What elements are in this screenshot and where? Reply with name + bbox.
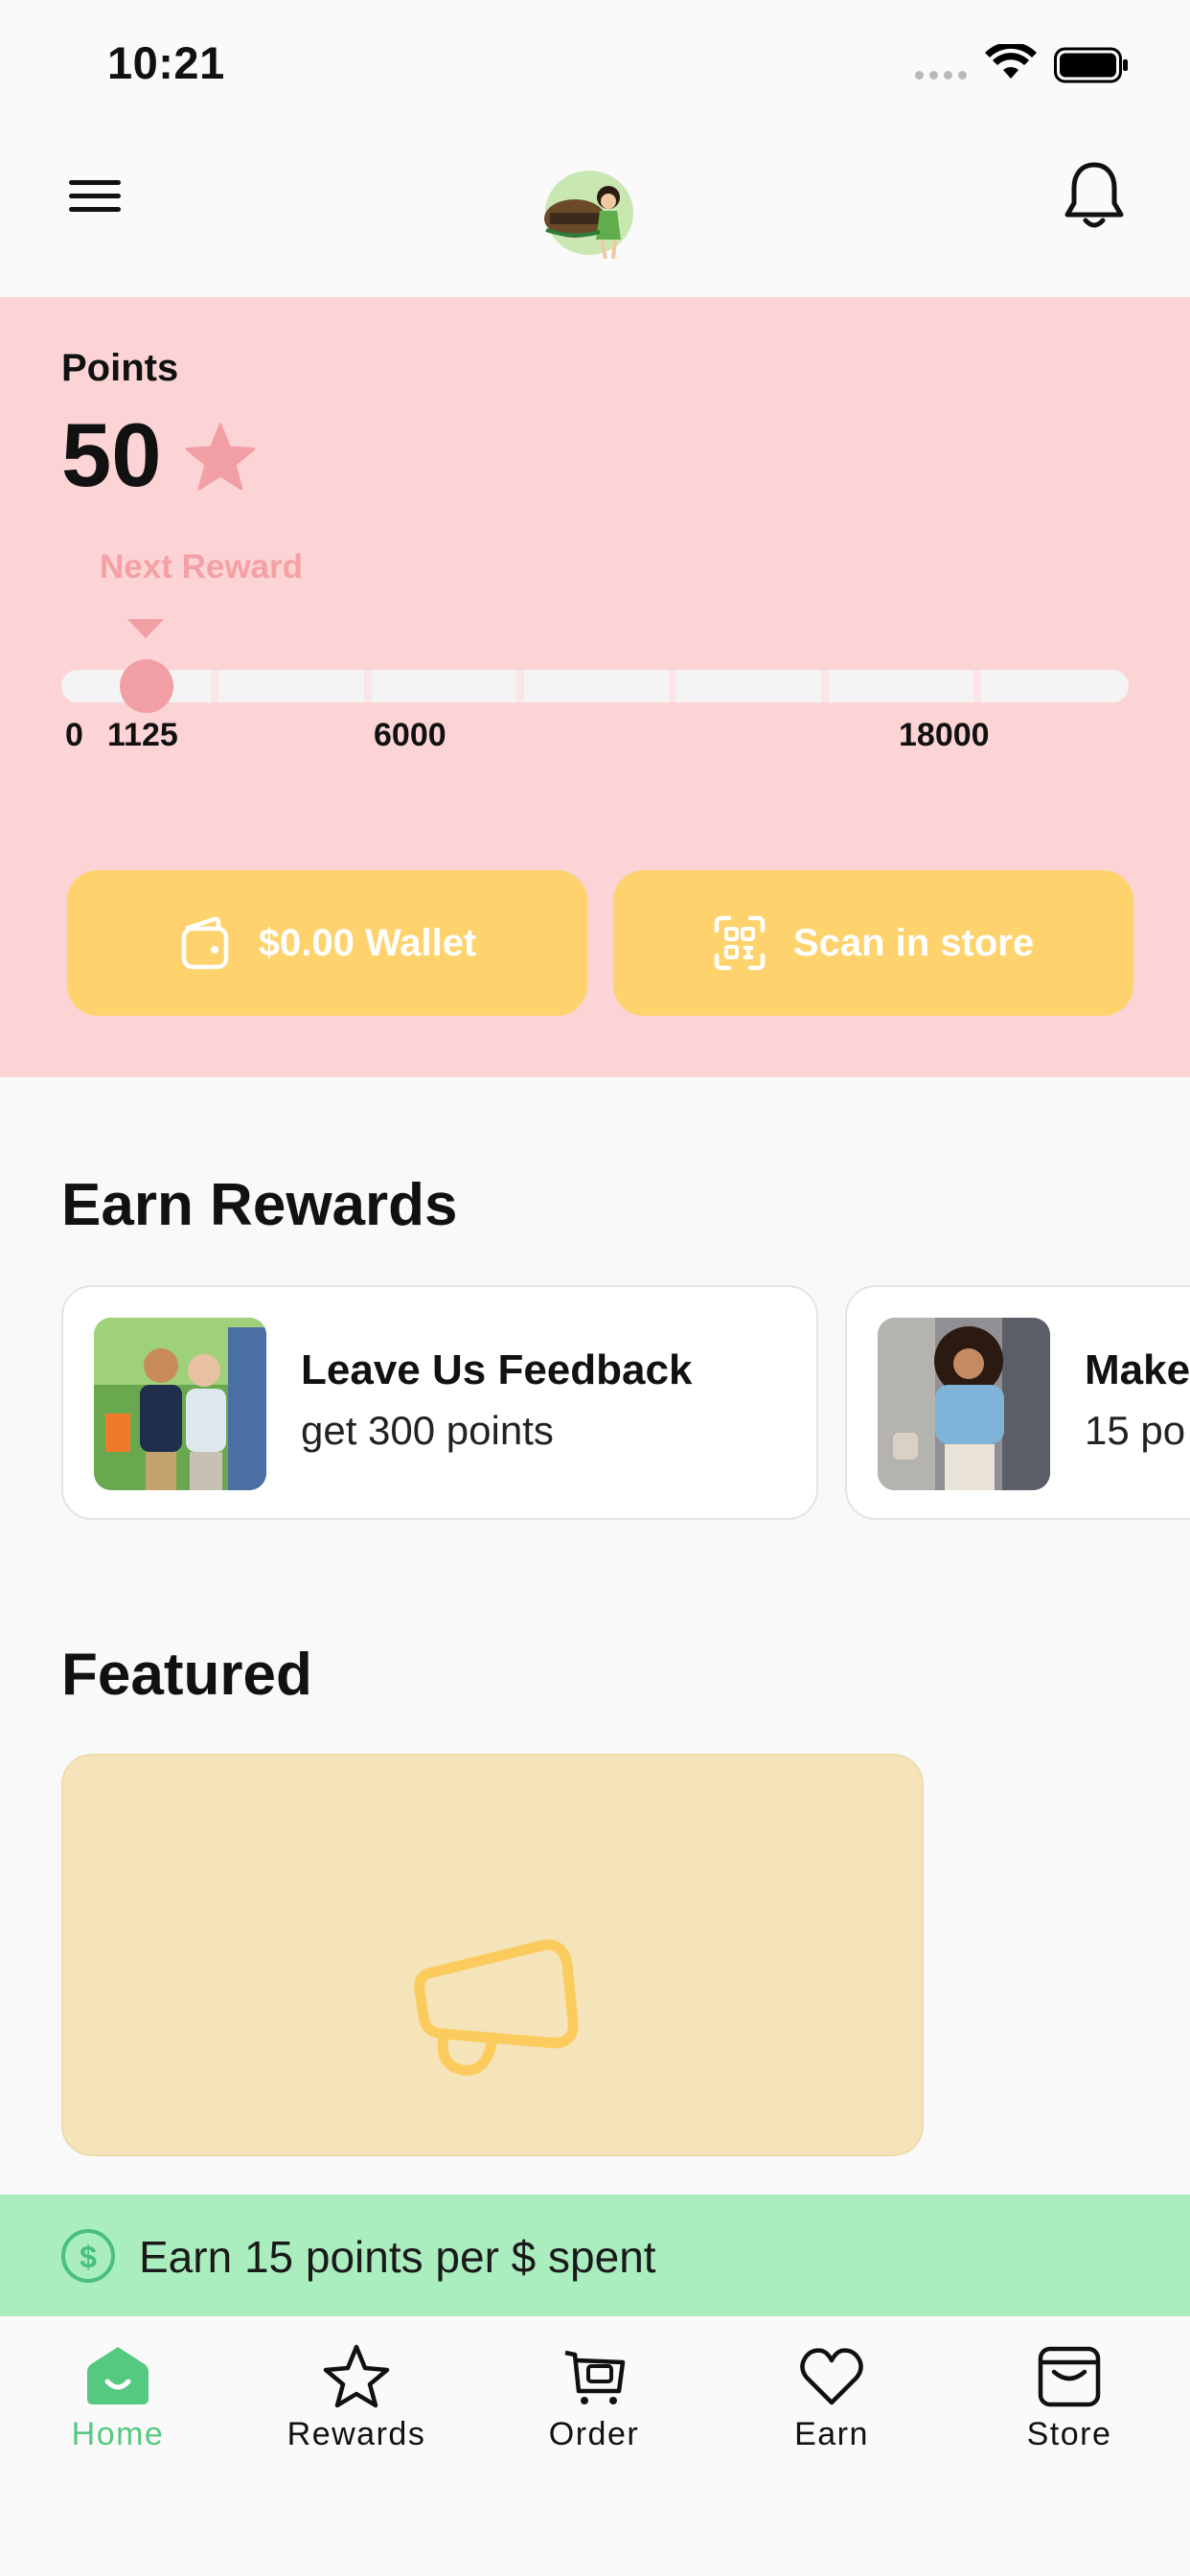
home-icon	[87, 2347, 149, 2404]
featured-heading: Featured	[61, 1642, 312, 1708]
app-header	[0, 130, 1190, 297]
tick-label: 0	[65, 717, 83, 753]
cellular-signal-icon	[915, 71, 967, 80]
status-time: 10:21	[107, 37, 225, 88]
reward-card-subtitle: get 300 points	[301, 1408, 554, 1453]
points-label: Points	[61, 347, 179, 389]
points-panel: Points 50 Next Reward 0 1125 6000 18000	[0, 297, 1190, 1077]
star-outline-icon	[323, 2344, 390, 2408]
cart-icon	[564, 2350, 626, 2404]
reward-card-image	[94, 1318, 266, 1490]
tab-label: Order	[548, 2416, 640, 2452]
scan-in-store-button[interactable]: Scan in store	[613, 870, 1133, 1016]
status-bar: 10:21	[0, 0, 1190, 130]
wallet-button[interactable]: $0.00 Wallet	[67, 870, 587, 1016]
earn-rate-banner: $ Earn 15 points per $ spent	[0, 2195, 1190, 2316]
bottom-tab-bar: Home Rewards Order Earn Store	[0, 2316, 1190, 2576]
scan-in-store-button-label: Scan in store	[792, 921, 1035, 964]
tab-label: Earn	[794, 2416, 869, 2452]
restaurant-logo	[544, 171, 633, 260]
star-icon	[185, 423, 256, 491]
next-reward-label: Next Reward	[100, 548, 304, 586]
wifi-icon	[985, 44, 1037, 79]
reward-card-purchase[interactable]: Make 15 po	[845, 1285, 1190, 1520]
featured-card[interactable]	[61, 1754, 924, 2156]
reward-card-image	[878, 1318, 1050, 1490]
tick-label: 1125	[107, 717, 178, 753]
tab-store[interactable]: Store	[973, 2343, 1165, 2458]
dollar-circle-icon: $	[61, 2229, 115, 2283]
reward-card-title: Make	[1085, 1346, 1190, 1393]
points-progress-track	[61, 670, 1129, 702]
tab-label: Home	[71, 2416, 165, 2452]
earn-rate-text: Earn 15 points per $ spent	[139, 2232, 656, 2282]
qr-scan-icon	[714, 915, 766, 971]
svg-text:$: $	[80, 2240, 97, 2274]
tab-label: Rewards	[286, 2416, 426, 2452]
tab-label: Store	[1026, 2416, 1112, 2452]
wallet-icon	[181, 916, 228, 970]
earn-rewards-heading: Earn Rewards	[61, 1172, 458, 1238]
store-icon	[1038, 2346, 1101, 2407]
reward-card-subtitle: 15 po	[1085, 1408, 1186, 1453]
points-progress-knob	[120, 659, 173, 713]
reward-card-title: Leave Us Feedback	[301, 1346, 693, 1393]
tab-rewards[interactable]: Rewards	[261, 2343, 452, 2458]
tab-earn[interactable]: Earn	[736, 2343, 927, 2458]
tab-order[interactable]: Order	[498, 2343, 690, 2458]
tick-label: 18000	[899, 717, 990, 753]
wallet-button-label: $0.00 Wallet	[258, 921, 477, 964]
bell-icon[interactable]	[1062, 157, 1127, 234]
heart-icon	[800, 2348, 863, 2405]
reward-card-feedback[interactable]: Leave Us Feedback get 300 points	[61, 1285, 818, 1520]
next-reward-marker-icon	[127, 619, 164, 638]
tab-home[interactable]: Home	[22, 2343, 214, 2458]
hamburger-menu-icon[interactable]	[67, 172, 125, 220]
app-screen: 10:21 Points 50 Next Reward 0 1125 6000 …	[0, 0, 1190, 2576]
points-value: 50	[61, 404, 162, 505]
megaphone-icon	[414, 1939, 579, 2076]
tick-label: 6000	[374, 717, 446, 753]
battery-icon	[1054, 47, 1128, 83]
